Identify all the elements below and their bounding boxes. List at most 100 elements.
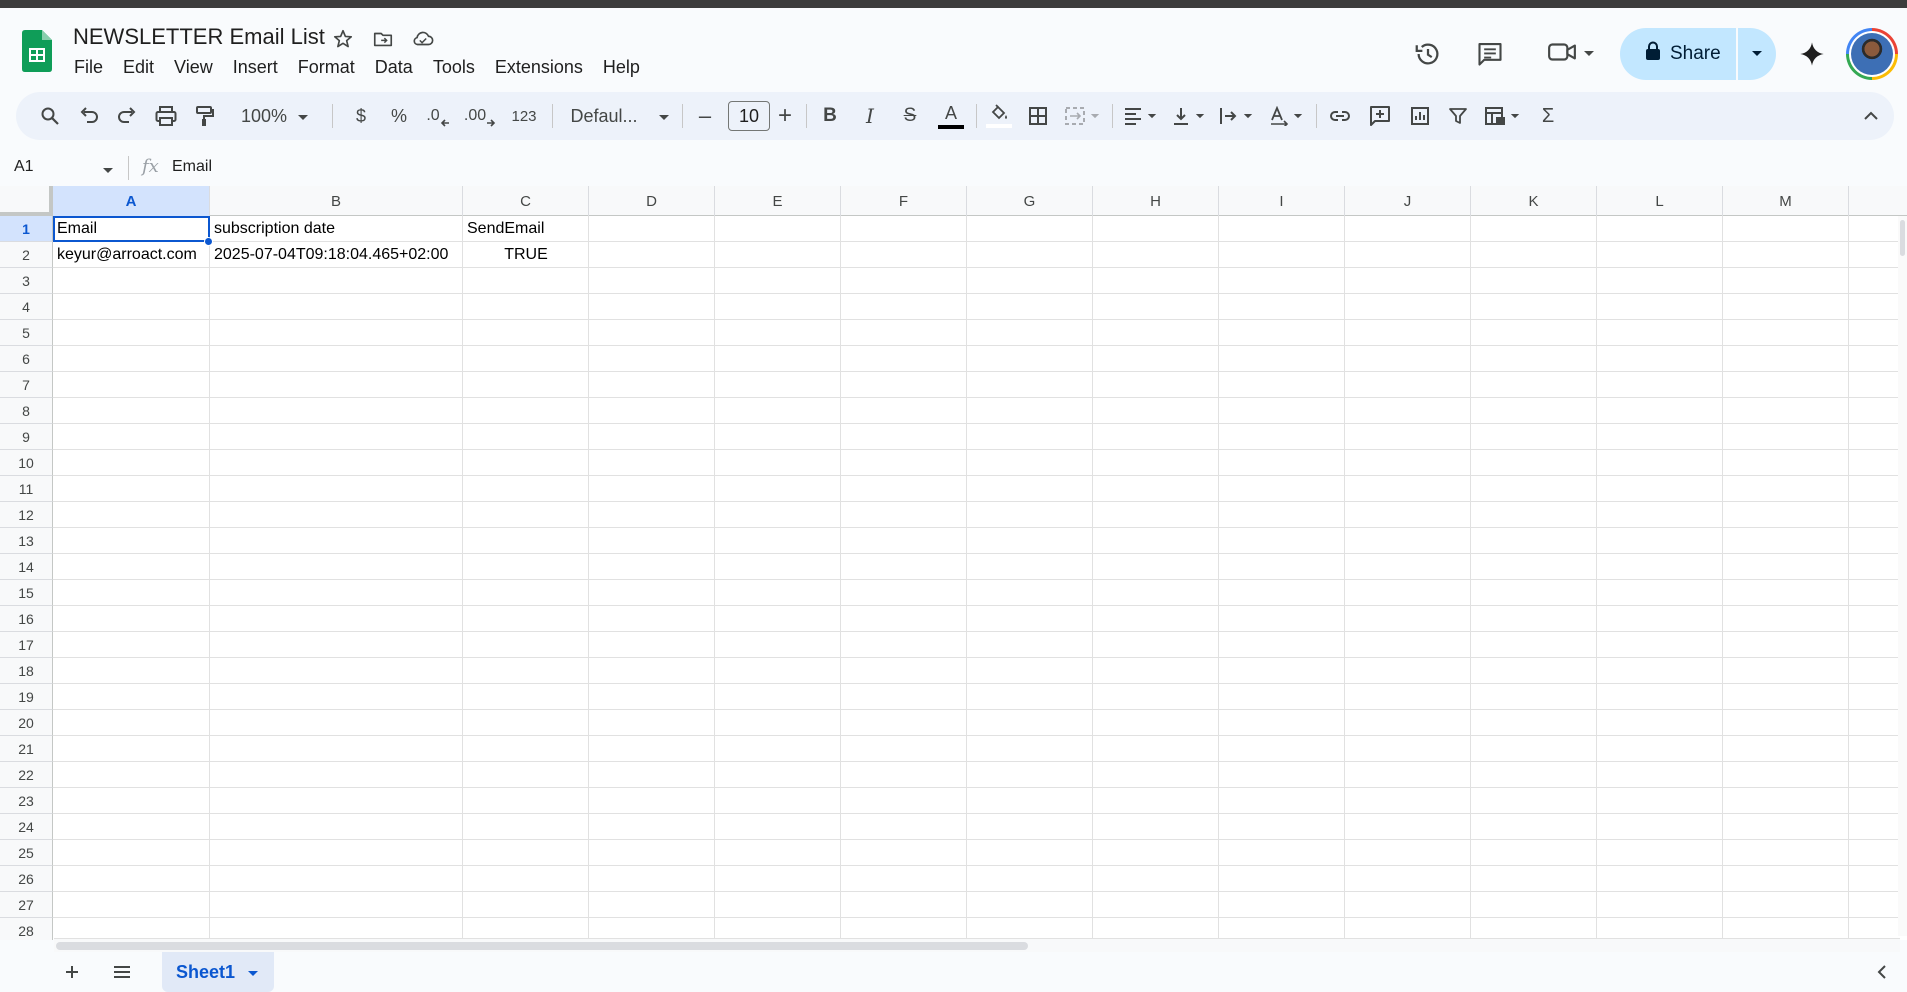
increase-font-size-button[interactable]: + — [770, 92, 800, 140]
vertical-scroll-thumb[interactable] — [1900, 220, 1905, 256]
menu-edit[interactable]: Edit — [113, 54, 164, 81]
row-header-6[interactable]: 6 — [0, 346, 53, 372]
row-header-16[interactable]: 16 — [0, 606, 53, 632]
row-header-15[interactable]: 15 — [0, 580, 53, 606]
more-formats-button[interactable]: 123 — [506, 92, 542, 140]
menu-file[interactable]: File — [64, 54, 113, 81]
increase-decimal-button[interactable]: .00 — [460, 92, 500, 140]
undo-icon[interactable] — [74, 92, 104, 140]
name-box[interactable]: A1 — [14, 158, 34, 176]
strikethrough-button[interactable]: S — [894, 92, 926, 140]
insert-comment-icon[interactable] — [1362, 92, 1398, 140]
text-rotation-button[interactable] — [1264, 92, 1308, 140]
cell-c2[interactable]: TRUE — [463, 242, 589, 268]
cell-a2[interactable]: keyur@arroact.com — [53, 242, 210, 268]
row-header-3[interactable]: 3 — [0, 268, 53, 294]
row-header-21[interactable]: 21 — [0, 736, 53, 762]
fill-color-button[interactable] — [982, 92, 1016, 140]
borders-icon[interactable] — [1022, 92, 1054, 140]
decrease-decimal-button[interactable]: .0 — [420, 92, 456, 140]
formula-input[interactable]: Email — [172, 158, 212, 176]
menu-insert[interactable]: Insert — [223, 54, 288, 81]
row-header-8[interactable]: 8 — [0, 398, 53, 424]
menu-view[interactable]: View — [164, 54, 223, 81]
spreadsheet-grid[interactable]: A B C D E F G H I J K L M 1 2 3 4 5 6 7 8 9 10 11 12 13 14 15 16 17 18… — [0, 186, 1907, 940]
row-header-1[interactable]: 1 — [0, 216, 53, 242]
menu-help[interactable]: Help — [593, 54, 650, 81]
account-avatar[interactable] — [1846, 28, 1898, 80]
cell-b2[interactable]: 2025-07-04T09:18:04.465+02:00 — [210, 242, 473, 268]
insert-link-icon[interactable] — [1322, 92, 1358, 140]
column-header-d[interactable]: D — [589, 186, 715, 216]
row-header-24[interactable]: 24 — [0, 814, 53, 840]
column-header-h[interactable]: H — [1093, 186, 1219, 216]
column-header-j[interactable]: J — [1345, 186, 1471, 216]
column-header-i[interactable]: I — [1219, 186, 1345, 216]
column-header-a[interactable]: A — [53, 186, 210, 216]
print-icon[interactable] — [150, 92, 182, 140]
column-header-g[interactable]: G — [967, 186, 1093, 216]
row-header-22[interactable]: 22 — [0, 762, 53, 788]
horizontal-scrollbar[interactable] — [54, 938, 1900, 952]
font-family-select[interactable]: Defaul... — [560, 92, 680, 140]
column-header-k[interactable]: K — [1471, 186, 1597, 216]
menu-extensions[interactable]: Extensions — [485, 54, 593, 81]
decrease-font-size-button[interactable]: – — [690, 92, 720, 140]
row-header-12[interactable]: 12 — [0, 502, 53, 528]
horizontal-align-button[interactable] — [1118, 92, 1162, 140]
share-options-button[interactable] — [1738, 28, 1776, 80]
comments-icon[interactable] — [1470, 34, 1510, 74]
row-header-28[interactable]: 28 — [0, 918, 53, 940]
chevron-down-icon[interactable] — [102, 162, 114, 180]
meet-button[interactable] — [1538, 34, 1604, 74]
row-header-18[interactable]: 18 — [0, 658, 53, 684]
insert-chart-icon[interactable] — [1402, 92, 1438, 140]
horizontal-scroll-thumb[interactable] — [56, 942, 1028, 950]
percent-format-button[interactable]: % — [384, 92, 414, 140]
version-history-icon[interactable] — [1408, 34, 1448, 74]
cell-c1[interactable]: SendEmail — [463, 216, 589, 242]
column-header-c[interactable]: C — [463, 186, 589, 216]
text-wrap-button[interactable] — [1214, 92, 1258, 140]
column-header-m[interactable]: M — [1723, 186, 1849, 216]
row-header-9[interactable]: 9 — [0, 424, 53, 450]
all-sheets-icon[interactable] — [106, 956, 138, 988]
collapse-toolbar-icon[interactable] — [1856, 92, 1886, 140]
column-header-e[interactable]: E — [715, 186, 841, 216]
text-color-button[interactable]: A — [934, 92, 968, 140]
caret-down-icon[interactable] — [247, 962, 259, 983]
menu-format[interactable]: Format — [288, 54, 365, 81]
document-title[interactable]: NEWSLETTER Email List — [73, 24, 325, 50]
column-header-f[interactable]: F — [841, 186, 967, 216]
row-header-23[interactable]: 23 — [0, 788, 53, 814]
search-icon[interactable] — [34, 92, 66, 140]
cloud-saved-icon[interactable] — [410, 26, 436, 52]
row-header-7[interactable]: 7 — [0, 372, 53, 398]
row-header-27[interactable]: 27 — [0, 892, 53, 918]
chevron-left-icon[interactable] — [1870, 960, 1894, 984]
vertical-scrollbar[interactable] — [1898, 216, 1907, 936]
vertical-align-button[interactable] — [1166, 92, 1210, 140]
menu-tools[interactable]: Tools — [423, 54, 485, 81]
select-all-corner[interactable] — [0, 186, 53, 216]
cell-b1[interactable]: subscription date — [210, 216, 463, 242]
row-header-2[interactable]: 2 — [0, 242, 53, 268]
zoom-select[interactable]: 100% — [234, 92, 316, 140]
row-header-10[interactable]: 10 — [0, 450, 53, 476]
column-header-l[interactable]: L — [1597, 186, 1723, 216]
row-header-11[interactable]: 11 — [0, 476, 53, 502]
fill-handle[interactable] — [204, 237, 213, 246]
row-header-19[interactable]: 19 — [0, 684, 53, 710]
redo-icon[interactable] — [112, 92, 142, 140]
menu-data[interactable]: Data — [365, 54, 423, 81]
row-header-17[interactable]: 17 — [0, 632, 53, 658]
move-folder-icon[interactable] — [370, 26, 396, 52]
gemini-sparkle-icon[interactable] — [1792, 34, 1832, 74]
row-header-20[interactable]: 20 — [0, 710, 53, 736]
paint-format-icon[interactable] — [190, 92, 220, 140]
font-size-input[interactable]: 10 — [728, 101, 770, 131]
row-header-5[interactable]: 5 — [0, 320, 53, 346]
currency-format-button[interactable]: $ — [346, 92, 376, 140]
sheets-logo-icon[interactable] — [22, 30, 52, 72]
merge-cells-button[interactable] — [1060, 92, 1104, 140]
